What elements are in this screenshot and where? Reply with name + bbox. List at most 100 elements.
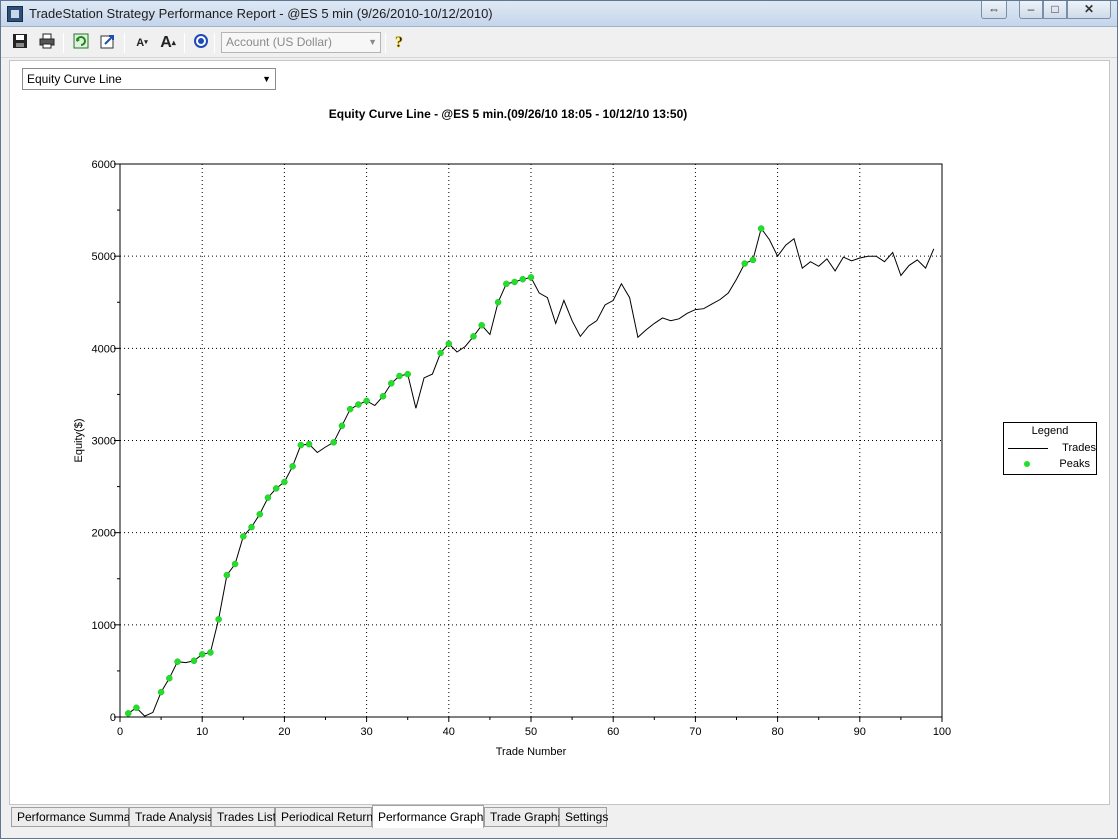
peak-point <box>289 463 296 470</box>
window-title: TradeStation Strategy Performance Report… <box>29 6 493 21</box>
peak-point <box>379 393 387 400</box>
x-tick-label: 0 <box>117 726 123 738</box>
account-select-value: Account (US Dollar) <box>226 35 333 49</box>
x-tick-label: 20 <box>278 726 290 738</box>
x-axis-label: Trade Number <box>496 746 567 758</box>
peak-point <box>494 299 502 306</box>
peak-point <box>231 560 239 568</box>
peak-point <box>133 704 140 712</box>
minimize-button[interactable]: – <box>1019 1 1043 19</box>
peak-point <box>749 256 757 264</box>
peak-point <box>240 533 247 540</box>
resize-button[interactable]: ⇔ <box>981 1 1007 19</box>
toolbar-separator <box>124 33 125 53</box>
peak-point <box>166 675 173 682</box>
x-tick-label: 90 <box>854 726 866 738</box>
svg-text:?: ? <box>395 34 403 50</box>
peak-point <box>519 275 527 283</box>
peak-point <box>346 405 354 413</box>
toolbar-separator <box>184 33 185 53</box>
y-tick-label: 4000 <box>92 343 116 355</box>
close-button[interactable]: ✕ <box>1067 1 1111 19</box>
refresh-icon[interactable] <box>70 32 92 54</box>
maximize-button[interactable]: □ <box>1043 1 1067 19</box>
title-bar[interactable]: TradeStation Strategy Performance Report… <box>1 1 1117 27</box>
x-tick-label: 50 <box>525 726 537 738</box>
toolbar-separator <box>63 33 64 53</box>
peak-point <box>396 372 403 380</box>
peak-point <box>363 397 370 405</box>
peak-point <box>741 260 748 267</box>
peak-point <box>511 278 518 286</box>
tab-performance-summary[interactable]: Performance Summary <box>11 807 140 827</box>
tab-settings[interactable]: Settings <box>559 807 608 827</box>
peak-point <box>198 651 206 658</box>
peak-point <box>527 274 535 281</box>
export-icon[interactable] <box>97 32 119 54</box>
decrease-font-icon[interactable]: A▾ <box>131 32 153 54</box>
x-tick-label: 80 <box>771 726 783 738</box>
legend-peaks-swatch <box>1024 461 1030 467</box>
peak-point <box>264 494 272 501</box>
chart-legend: Legend Trades Peaks <box>1003 422 1097 475</box>
x-tick-label: 10 <box>196 726 208 738</box>
peak-point <box>437 349 444 357</box>
peak-point <box>330 439 337 446</box>
x-tick-label: 70 <box>689 726 701 738</box>
peak-point <box>757 225 765 232</box>
equity-curve-chart: 0 10 20 30 40 50 60 70 80 90 100010002000300040005… <box>73 159 951 758</box>
y-tick-label: 1000 <box>92 620 116 632</box>
peak-point <box>248 523 255 531</box>
peak-point <box>305 440 313 448</box>
peak-point <box>503 280 510 288</box>
app-icon <box>7 6 23 22</box>
toolbar-separator <box>214 33 215 53</box>
tab-trade-graphs[interactable]: Trade Graphs <box>484 807 564 827</box>
peak-point <box>207 649 214 656</box>
y-tick-label: 0 <box>110 712 116 724</box>
x-tick-label: 30 <box>360 726 372 738</box>
peak-point <box>174 658 181 665</box>
toolbar-separator <box>385 33 386 53</box>
legend-title: Legend <box>1031 425 1069 437</box>
peak-point <box>272 485 280 492</box>
peak-point <box>124 710 132 717</box>
legend-trades-swatch <box>1008 448 1048 449</box>
y-tick-label: 3000 <box>92 436 116 448</box>
report-window: TradeStation Strategy Performance Report… <box>0 0 1118 839</box>
peak-point <box>404 370 411 378</box>
peak-point <box>190 657 198 665</box>
tab-trade-analysis[interactable]: Trade Analysis <box>129 807 213 827</box>
target-icon[interactable] <box>190 32 212 54</box>
legend-item-peaks: Peaks <box>1059 458 1090 470</box>
peak-point <box>470 333 477 340</box>
x-tick-label: 60 <box>607 726 619 738</box>
peak-point <box>297 441 305 449</box>
graph-panel: Equity Curve Line ▼ Equity Curve Line - … <box>9 60 1110 805</box>
peak-point <box>445 340 453 347</box>
toolbar: A▾ A▴ Account (US Dollar) ▼ ? <box>1 28 1117 58</box>
tab-periodical-returns[interactable]: Periodical Returns <box>275 807 379 827</box>
x-tick-label: 40 <box>443 726 455 738</box>
peak-point <box>157 688 165 696</box>
tab-performance-graphs[interactable]: Performance Graphs <box>372 805 489 828</box>
help-icon[interactable]: ? <box>389 32 411 54</box>
peak-point <box>281 478 288 486</box>
peak-point <box>388 380 395 387</box>
y-tick-label: 5000 <box>92 251 116 263</box>
y-tick-label: 6000 <box>92 159 116 171</box>
y-axis-label: Equity($) <box>73 418 85 462</box>
chevron-down-icon: ▼ <box>368 37 377 47</box>
peak-point <box>215 616 222 623</box>
increase-font-icon[interactable]: A▴ <box>157 32 179 54</box>
x-tick-label: 100 <box>933 726 951 738</box>
account-select[interactable]: Account (US Dollar) ▼ <box>221 32 381 53</box>
peak-point <box>256 510 263 518</box>
save-icon[interactable] <box>9 32 31 54</box>
print-icon[interactable] <box>36 32 58 54</box>
peak-point <box>338 422 346 430</box>
peak-point <box>355 401 362 408</box>
tab-trades-list[interactable]: Trades List <box>211 807 276 827</box>
y-tick-label: 2000 <box>92 528 116 540</box>
peak-point <box>223 571 231 579</box>
